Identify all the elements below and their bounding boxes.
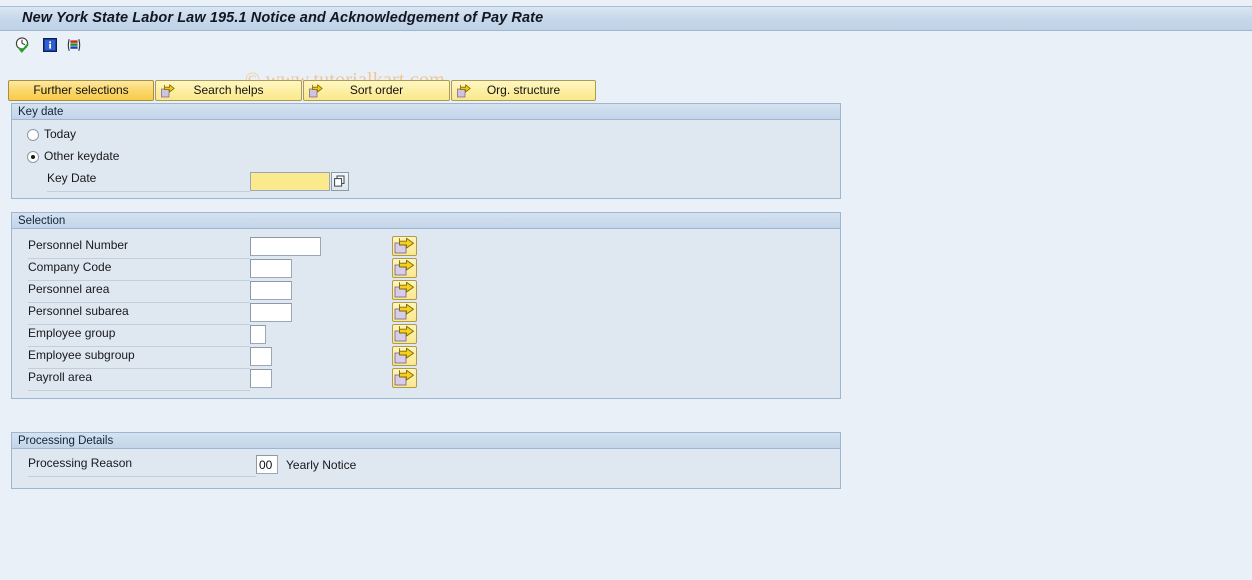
arrow-right-icon	[161, 84, 175, 98]
company-code-label: Company Code	[28, 260, 112, 274]
row-underline	[28, 476, 256, 477]
key-date-row-underline	[47, 191, 250, 192]
company-code-input[interactable]	[250, 259, 292, 278]
sort-order-label: Sort order	[349, 83, 404, 97]
radio-other-keydate[interactable]	[27, 151, 39, 163]
payroll-area-input[interactable]	[250, 369, 272, 388]
radio-today-label: Today	[44, 127, 77, 141]
processing-details-panel: Processing Details Processing Reason Yea…	[11, 432, 841, 489]
payroll-area-label: Payroll area	[28, 370, 93, 384]
execute-clock-icon[interactable]	[14, 36, 32, 54]
employee-group-label: Employee group	[28, 326, 116, 340]
application-toolbar: © www.tutorialkart.com	[0, 31, 1252, 91]
employee-subgroup-multi-select-button[interactable]	[392, 346, 417, 366]
row-underline	[28, 346, 250, 347]
personnel-area-multi-select-button[interactable]	[392, 280, 417, 300]
processing-reason-input[interactable]	[256, 455, 278, 474]
search-helps-label: Search helps	[193, 83, 264, 97]
page-title: New York State Labor Law 195.1 Notice an…	[22, 10, 544, 26]
key-date-matchcode-button[interactable]	[331, 172, 349, 191]
personnel-area-label: Personnel area	[28, 282, 110, 296]
search-helps-button[interactable]: Search helps	[155, 80, 302, 101]
row-underline	[28, 258, 250, 259]
personnel-number-input[interactable]	[250, 237, 321, 256]
key-date-panel: Key date Today Other keydate Key Date	[11, 103, 841, 199]
row-underline	[28, 368, 250, 369]
row-underline	[28, 302, 250, 303]
processing-details-panel-header: Processing Details	[12, 433, 840, 449]
key-date-panel-header: Key date	[12, 104, 840, 120]
personnel-number-multi-select-button[interactable]	[392, 236, 417, 256]
employee-group-multi-select-button[interactable]	[392, 324, 417, 344]
company-code-multi-select-button[interactable]	[392, 258, 417, 278]
info-icon[interactable]	[41, 36, 59, 54]
employee-subgroup-input[interactable]	[250, 347, 272, 366]
row-underline	[28, 280, 250, 281]
personnel-number-label: Personnel Number	[28, 238, 129, 252]
radio-other-keydate-label: Other keydate	[44, 149, 120, 163]
key-date-label: Key Date	[47, 171, 97, 185]
processing-reason-label: Processing Reason	[28, 456, 133, 470]
personnel-subarea-label: Personnel subarea	[28, 304, 129, 318]
personnel-subarea-input[interactable]	[250, 303, 292, 322]
processing-reason-description: Yearly Notice	[286, 458, 357, 472]
payroll-area-multi-select-button[interactable]	[392, 368, 417, 388]
further-selections-label: Further selections	[33, 83, 129, 97]
arrow-right-icon	[457, 84, 471, 98]
personnel-subarea-multi-select-button[interactable]	[392, 302, 417, 322]
further-selections-button[interactable]: Further selections	[8, 80, 154, 101]
org-structure-label: Org. structure	[486, 83, 561, 97]
selection-panel: Selection Personnel Number Company Code …	[11, 212, 841, 399]
variant-stripes-icon[interactable]	[65, 36, 83, 54]
selection-panel-header: Selection	[12, 213, 840, 229]
org-structure-button[interactable]: Org. structure	[451, 80, 596, 101]
row-underline	[28, 390, 250, 391]
sort-order-button[interactable]: Sort order	[303, 80, 450, 101]
personnel-area-input[interactable]	[250, 281, 292, 300]
key-date-input[interactable]	[250, 172, 330, 191]
row-underline	[28, 324, 250, 325]
arrow-right-icon	[309, 84, 323, 98]
radio-today[interactable]	[27, 129, 39, 141]
employee-group-input[interactable]	[250, 325, 266, 344]
window-title-bar: New York State Labor Law 195.1 Notice an…	[0, 6, 1252, 31]
employee-subgroup-label: Employee subgroup	[28, 348, 135, 362]
